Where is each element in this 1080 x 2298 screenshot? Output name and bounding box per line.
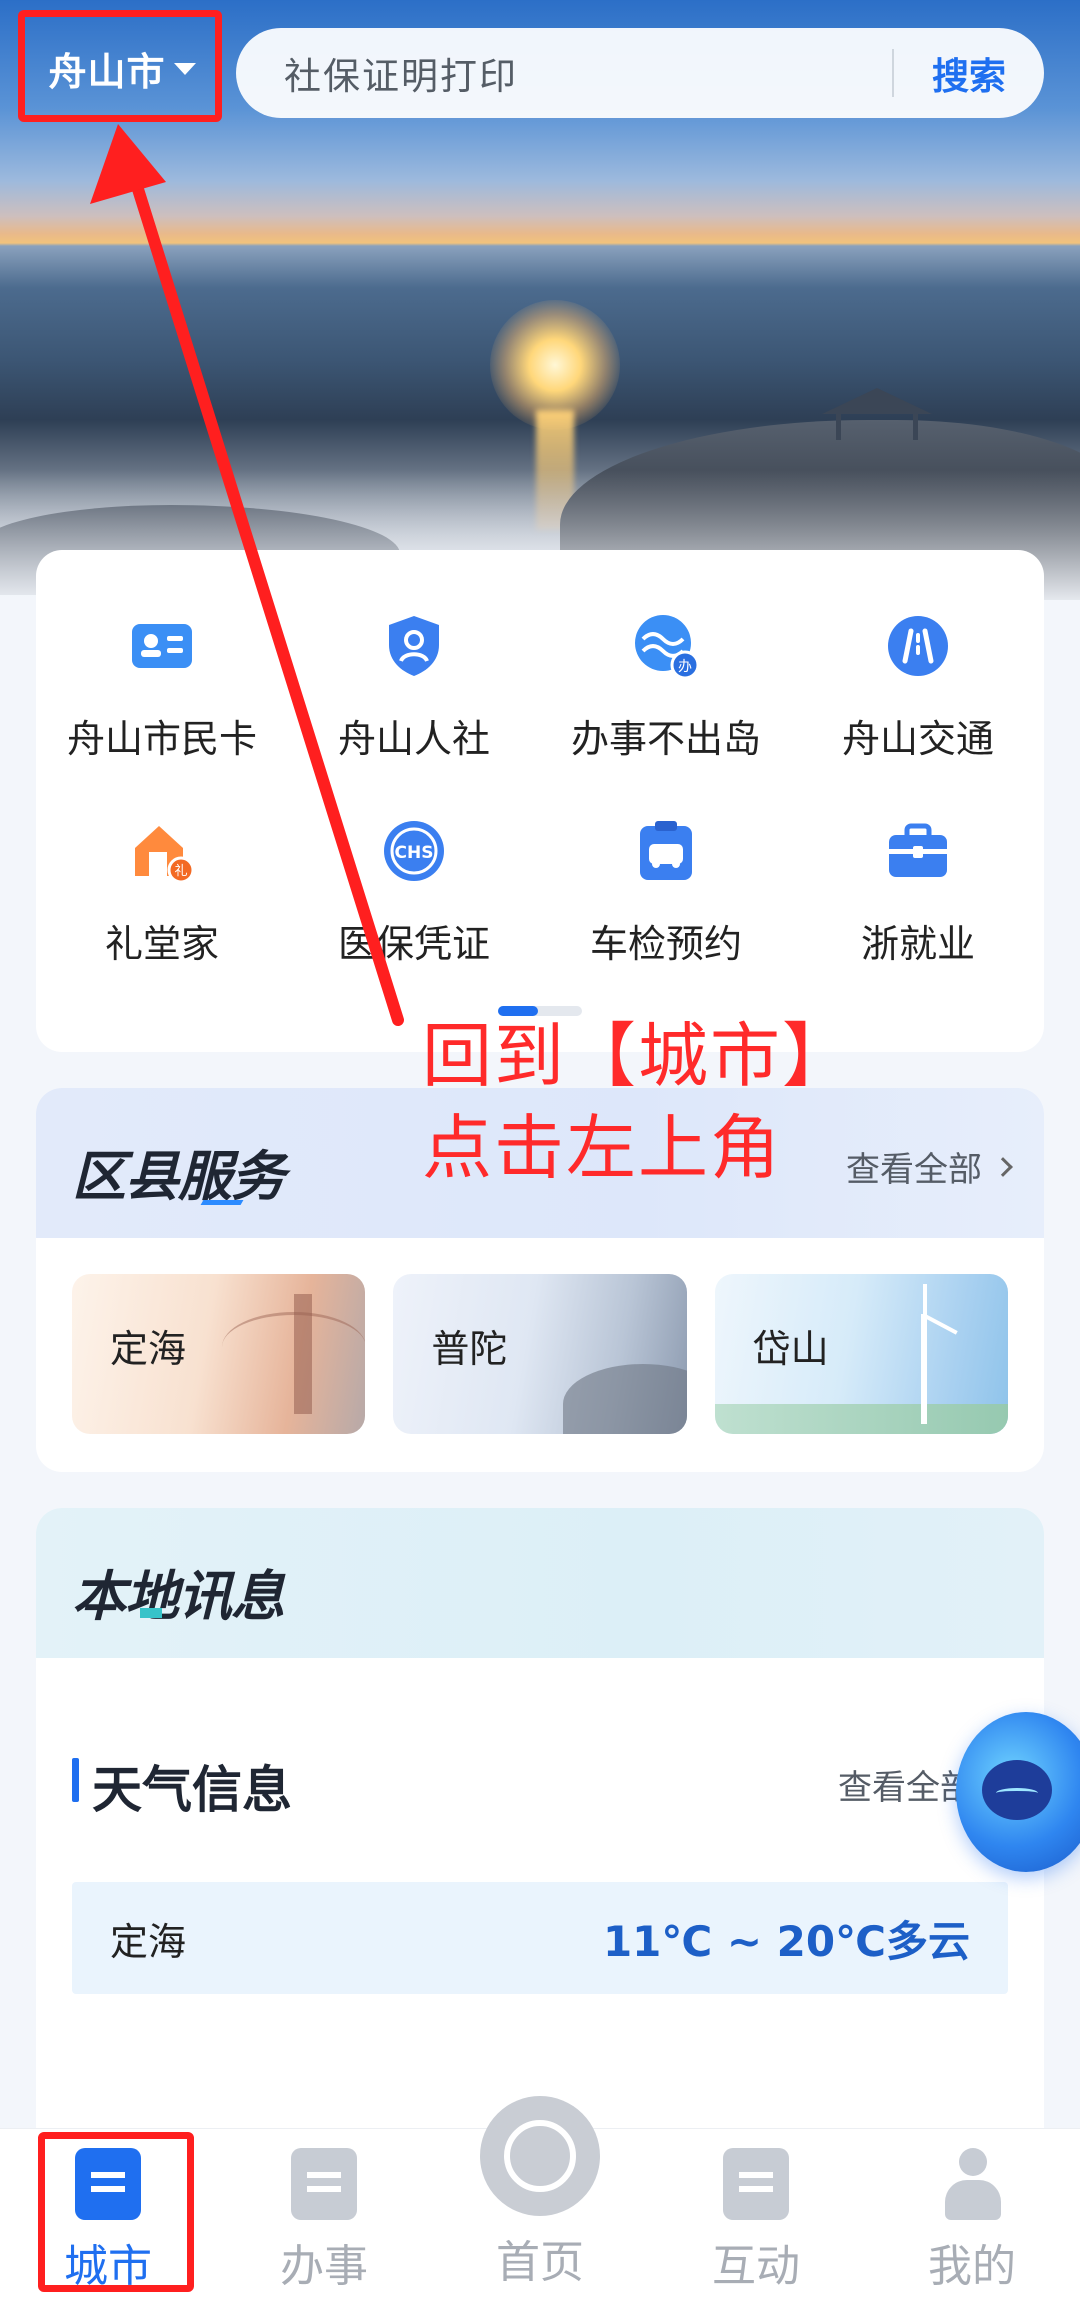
title-accent [140, 1608, 162, 1618]
search-bar[interactable]: 社保证明打印 搜索 [236, 28, 1044, 118]
district-title: 区县服务 [72, 1145, 285, 1208]
title-accent [200, 1200, 244, 1205]
district-tile-putuo[interactable]: 普陀 [393, 1274, 687, 1434]
nav-affairs[interactable]: 办事 [244, 2148, 404, 2294]
annotation-text: 回到【城市】 点击左上角 [422, 1010, 854, 1194]
service-hr-social[interactable]: 舟山人社 [288, 610, 540, 763]
service-litangjia[interactable]: 礼 礼堂家 [36, 815, 288, 968]
weather-row[interactable]: 定海 11℃ ~ 20℃多云 [72, 1882, 1008, 1994]
nav-home[interactable] [480, 2096, 600, 2216]
nav-mine[interactable]: 我的 [892, 2148, 1052, 2294]
service-label: 办事不出岛 [570, 717, 761, 761]
home-logo-icon [504, 2120, 576, 2192]
person-icon [939, 2148, 1005, 2220]
service-label: 舟山市民卡 [66, 717, 257, 761]
local-header: 本地讯息 [36, 1508, 1044, 1658]
local-title: 本地讯息 [72, 1565, 285, 1628]
annotation-box-bottom [38, 2132, 194, 2292]
services-card: 舟山市民卡 舟山人社 办 办事不出岛 舟山交通 礼 礼堂家 CHS 医保凭证 车… [36, 550, 1044, 1052]
service-traffic[interactable]: 舟山交通 [792, 610, 1044, 763]
person-body [945, 2180, 1001, 2220]
home-gift-icon: 礼 [126, 815, 198, 887]
nav-label: 办事 [280, 2241, 368, 2292]
view-all-label: 查看全部 [838, 1768, 974, 1808]
district-label: 定海 [110, 1327, 187, 1371]
view-all-label: 查看全部 [846, 1150, 982, 1190]
district-view-all-link[interactable]: 查看全部 [846, 1142, 1013, 1191]
svg-text:CHS: CHS [395, 843, 434, 863]
service-employment[interactable]: 浙就业 [792, 815, 1044, 968]
car-inspection-icon [630, 815, 702, 887]
service-island[interactable]: 办 办事不出岛 [540, 610, 792, 763]
svg-text:办: 办 [678, 659, 692, 675]
voice-wave-icon [996, 1788, 1038, 1798]
service-medical-voucher[interactable]: CHS 医保凭证 [288, 815, 540, 968]
search-input[interactable]: 社保证明打印 [236, 46, 892, 100]
citizen-card-icon [126, 610, 198, 682]
chat-icon [723, 2148, 789, 2220]
district-tile-dinghai[interactable]: 定海 [72, 1274, 366, 1434]
service-label: 舟山交通 [841, 717, 994, 761]
nav-home-label: 首页 [496, 2237, 584, 2288]
shield-person-icon [378, 610, 450, 682]
service-label: 车检预约 [589, 922, 742, 966]
district-tiles: 定海 普陀 岱山 [72, 1274, 1008, 1434]
search-button[interactable]: 搜索 [894, 46, 1044, 100]
nav-interact[interactable]: 互动 [676, 2148, 836, 2294]
traffic-icon [882, 610, 954, 682]
service-label: 浙就业 [860, 922, 975, 966]
island-service-icon: 办 [630, 610, 702, 682]
turbine-blade [922, 1284, 927, 1318]
annotation-box-top [18, 10, 222, 122]
nav-label: 互动 [712, 2241, 800, 2292]
service-label: 礼堂家 [104, 922, 219, 966]
service-citizen-card[interactable]: 舟山市民卡 [36, 610, 288, 763]
weather-section-header: 天气信息 查看全部 [72, 1750, 1044, 1819]
bridge-tower [294, 1294, 312, 1414]
district-label: 普陀 [431, 1327, 508, 1371]
annotation-line-2: 点击左上角 [422, 1107, 782, 1189]
clipboard-icon [291, 2148, 357, 2220]
service-label: 舟山人社 [337, 717, 490, 761]
annotation-line-1: 回到【城市】 [422, 1015, 854, 1097]
section-marker [72, 1758, 79, 1802]
weather-value: 11℃ ~ 20℃多云 [602, 1916, 970, 1966]
weather-view-all-link[interactable]: 查看全部 [838, 1760, 974, 1809]
district-label: 岱山 [752, 1327, 829, 1371]
hill-image [714, 1404, 1008, 1434]
chs-icon: CHS [378, 815, 450, 887]
service-car-inspection[interactable]: 车检预约 [540, 815, 792, 968]
pavilion [822, 388, 932, 414]
weather-city: 定海 [110, 1919, 187, 1964]
chevron-right-icon [993, 1156, 1013, 1177]
briefcase-icon [882, 815, 954, 887]
turbine-blade [923, 1314, 958, 1335]
person-head [959, 2148, 987, 2176]
nav-label: 我的 [928, 2241, 1016, 2292]
coast-image [563, 1364, 687, 1434]
wind-turbine-image [920, 1314, 927, 1424]
weather-title: 天气信息 [92, 1761, 292, 1819]
svg-text:礼: 礼 [174, 863, 187, 879]
pavilion-base [836, 414, 918, 440]
district-tile-daishan[interactable]: 岱山 [714, 1274, 1008, 1434]
local-info-card: 本地讯息 天气信息 查看全部 定海 11℃ ~ 20℃多云 最新政策 [36, 1508, 1044, 2168]
services-grid: 舟山市民卡 舟山人社 办 办事不出岛 舟山交通 礼 礼堂家 CHS 医保凭证 车… [36, 610, 1044, 968]
service-label: 医保凭证 [337, 922, 490, 966]
